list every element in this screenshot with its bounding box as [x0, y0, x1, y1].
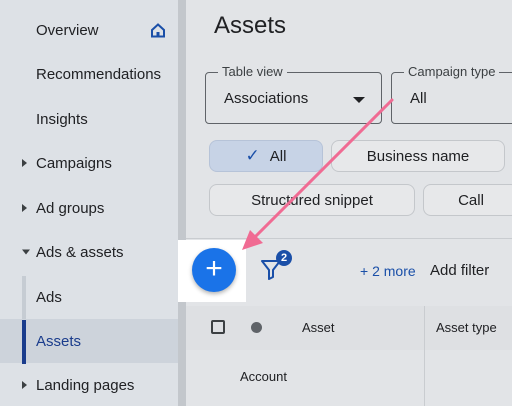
annotation-arrow [242, 98, 394, 250]
